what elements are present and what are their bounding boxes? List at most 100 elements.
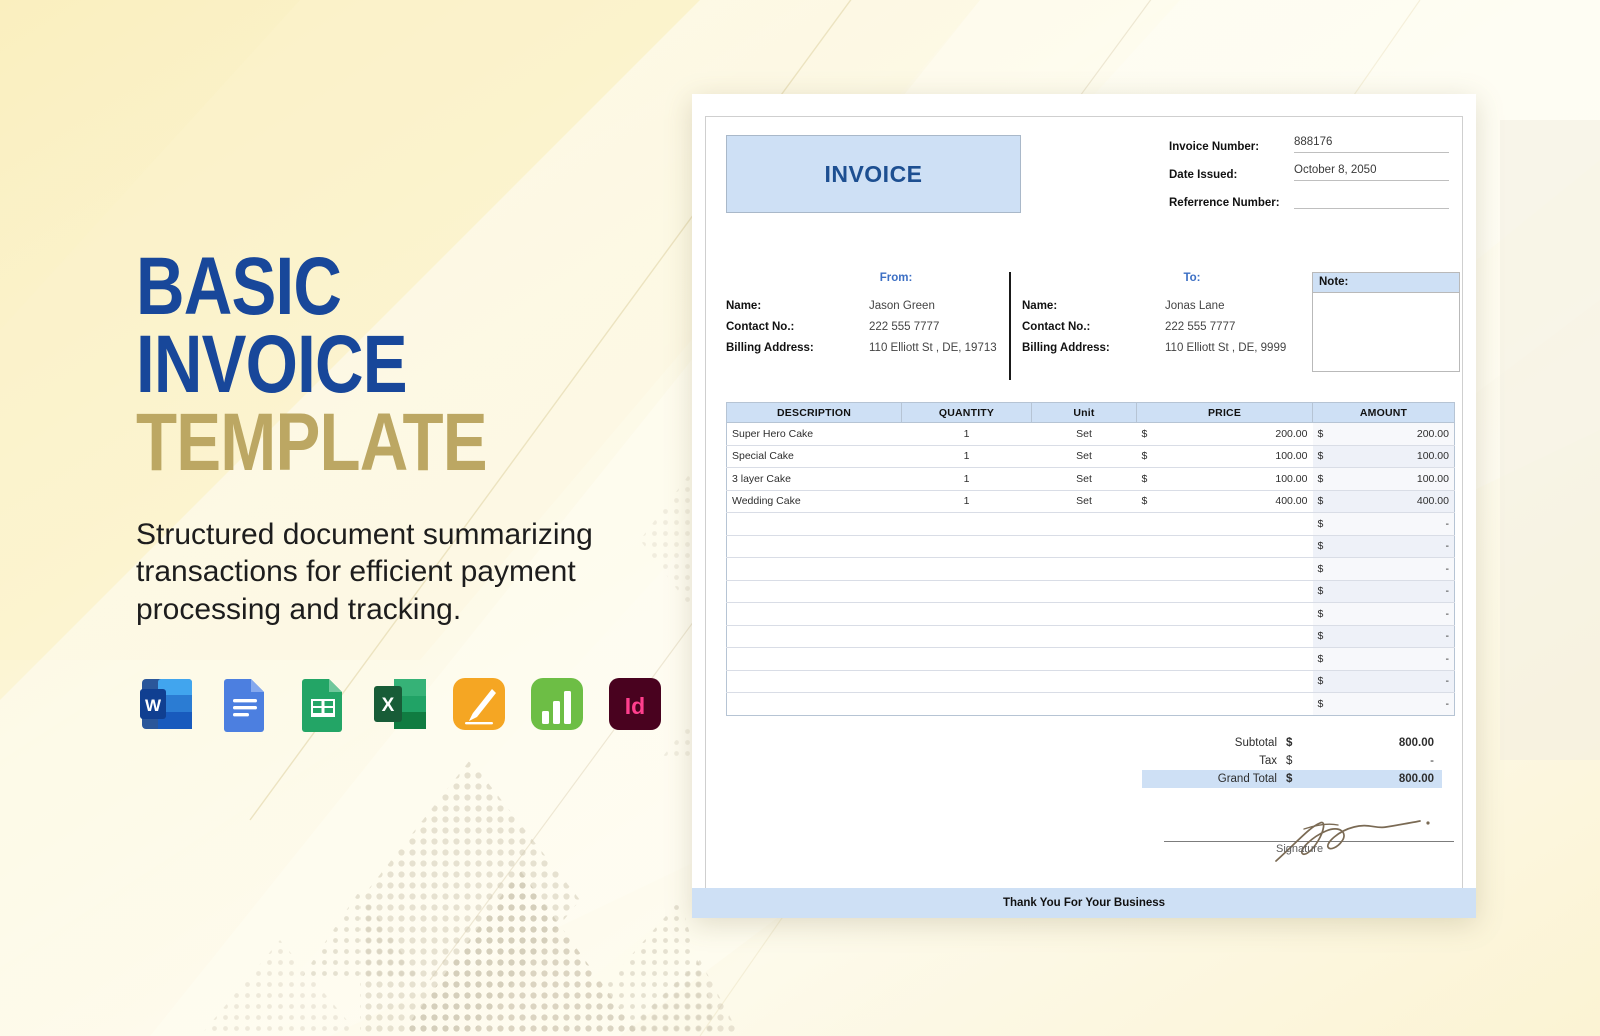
line-item-quantity[interactable]	[901, 512, 1032, 536]
line-item-price-currency[interactable]	[1136, 625, 1159, 648]
line-item-amount-currency[interactable]: $	[1312, 512, 1335, 536]
line-item-amount-currency[interactable]: $	[1312, 647, 1335, 671]
apple-numbers-icon[interactable]	[526, 673, 588, 735]
apple-pages-icon[interactable]	[448, 673, 510, 735]
line-item-unit[interactable]: Set	[1031, 445, 1137, 468]
line-item-description[interactable]: 3 layer Cake	[726, 467, 902, 491]
line-item-price-currency[interactable]	[1136, 535, 1159, 558]
to-contact-value[interactable]: 222 555 7777	[1165, 321, 1235, 333]
invoice-number-value[interactable]: 888176	[1294, 136, 1449, 153]
line-item-description[interactable]	[726, 580, 902, 603]
line-item-unit[interactable]: Set	[1031, 467, 1137, 491]
line-item-amount[interactable]: 100.00	[1334, 445, 1455, 468]
line-item-price[interactable]: 100.00	[1158, 467, 1313, 491]
line-item-quantity[interactable]	[901, 557, 1032, 581]
line-item-price[interactable]: 100.00	[1158, 445, 1313, 468]
line-item-row[interactable]: $ -	[726, 512, 1455, 536]
line-item-description[interactable]: Special Cake	[726, 445, 902, 468]
line-item-amount[interactable]: -	[1334, 580, 1455, 603]
line-item-description[interactable]: Super Hero Cake	[726, 422, 902, 446]
line-item-quantity[interactable]	[901, 580, 1032, 603]
line-item-amount[interactable]: 100.00	[1334, 467, 1455, 491]
line-item-quantity[interactable]: 1	[901, 467, 1032, 491]
line-item-row[interactable]: $ -	[726, 670, 1455, 693]
line-item-price[interactable]	[1158, 512, 1313, 536]
line-item-quantity[interactable]	[901, 625, 1032, 648]
note-box[interactable]: Note:	[1312, 272, 1460, 372]
line-item-quantity[interactable]	[901, 670, 1032, 693]
line-item-price-currency[interactable]	[1136, 647, 1159, 671]
line-item-amount[interactable]: -	[1334, 535, 1455, 558]
line-item-quantity[interactable]	[901, 692, 1032, 716]
line-item-amount-currency[interactable]: $	[1312, 670, 1335, 693]
line-item-price[interactable]: 200.00	[1158, 422, 1313, 446]
line-item-quantity[interactable]: 1	[901, 422, 1032, 446]
to-address-value[interactable]: 110 Elliott St , DE, 9999	[1165, 342, 1286, 354]
line-item-unit[interactable]	[1031, 580, 1137, 603]
line-item-description[interactable]	[726, 625, 902, 648]
line-item-price[interactable]	[1158, 535, 1313, 558]
line-item-unit[interactable]	[1031, 670, 1137, 693]
line-item-amount-currency[interactable]: $	[1312, 625, 1335, 648]
line-item-price-currency[interactable]	[1136, 512, 1159, 536]
line-item-row[interactable]: $ -	[726, 557, 1455, 581]
line-item-quantity[interactable]	[901, 647, 1032, 671]
line-item-description[interactable]	[726, 512, 902, 536]
from-address-value[interactable]: 110 Elliott St , DE, 19713	[869, 342, 997, 354]
line-item-description[interactable]	[726, 692, 902, 716]
line-item-price[interactable]: 400.00	[1158, 490, 1313, 513]
line-item-unit[interactable]	[1031, 602, 1137, 626]
adobe-indesign-icon[interactable]: Id	[604, 673, 666, 735]
line-item-amount-currency[interactable]: $	[1312, 580, 1335, 603]
line-item-amount[interactable]: 400.00	[1334, 490, 1455, 513]
from-contact-value[interactable]: 222 555 7777	[869, 321, 939, 333]
line-item-price-currency[interactable]	[1136, 580, 1159, 603]
line-item-amount-currency[interactable]: $	[1312, 535, 1335, 558]
line-item-quantity[interactable]: 1	[901, 445, 1032, 468]
line-item-row[interactable]: $ -	[726, 647, 1455, 671]
line-item-amount[interactable]: -	[1334, 647, 1455, 671]
line-item-row[interactable]: $ -	[726, 692, 1455, 716]
line-item-row[interactable]: Wedding Cake 1 Set $400.00 $400.00	[726, 490, 1455, 513]
microsoft-excel-icon[interactable]: X	[370, 673, 432, 735]
line-item-amount-currency[interactable]: $	[1312, 557, 1335, 581]
line-item-price[interactable]	[1158, 670, 1313, 693]
line-item-description[interactable]	[726, 670, 902, 693]
line-item-unit[interactable]	[1031, 625, 1137, 648]
line-item-amount-currency[interactable]: $	[1312, 467, 1335, 491]
line-item-amount[interactable]: -	[1334, 625, 1455, 648]
line-item-amount[interactable]: 200.00	[1334, 422, 1455, 446]
line-item-amount-currency[interactable]: $	[1312, 422, 1335, 446]
line-item-amount-currency[interactable]: $	[1312, 490, 1335, 513]
line-item-price[interactable]	[1158, 557, 1313, 581]
line-item-price[interactable]	[1158, 602, 1313, 626]
reference-number-value[interactable]	[1294, 192, 1449, 209]
line-item-price[interactable]	[1158, 647, 1313, 671]
line-item-amount-currency[interactable]: $	[1312, 602, 1335, 626]
line-item-amount[interactable]: -	[1334, 670, 1455, 693]
line-item-description[interactable]: Wedding Cake	[726, 490, 902, 513]
line-item-price[interactable]	[1158, 692, 1313, 716]
line-item-price-currency[interactable]	[1136, 670, 1159, 693]
line-item-amount-currency[interactable]: $	[1312, 692, 1335, 716]
line-item-quantity[interactable]	[901, 535, 1032, 558]
line-item-amount-currency[interactable]: $	[1312, 445, 1335, 468]
google-sheets-icon[interactable]	[292, 673, 354, 735]
line-item-price-currency[interactable]	[1136, 557, 1159, 581]
line-item-row[interactable]: $ -	[726, 602, 1455, 626]
line-item-row[interactable]: $ -	[726, 625, 1455, 648]
line-item-price-currency[interactable]	[1136, 692, 1159, 716]
line-item-amount[interactable]: -	[1334, 692, 1455, 716]
line-item-unit[interactable]	[1031, 647, 1137, 671]
line-item-quantity[interactable]: 1	[901, 490, 1032, 513]
line-item-unit[interactable]: Set	[1031, 490, 1137, 513]
line-item-unit[interactable]: Set	[1031, 422, 1137, 446]
line-item-row[interactable]: Super Hero Cake 1 Set $200.00 $200.00	[726, 422, 1455, 446]
line-item-row[interactable]: Special Cake 1 Set $100.00 $100.00	[726, 445, 1455, 468]
date-issued-value[interactable]: October 8, 2050	[1294, 164, 1449, 181]
line-item-amount[interactable]: -	[1334, 602, 1455, 626]
note-body[interactable]	[1313, 293, 1459, 303]
line-item-price-currency[interactable]: $	[1136, 467, 1159, 491]
line-item-price-currency[interactable]: $	[1136, 422, 1159, 446]
line-item-unit[interactable]	[1031, 512, 1137, 536]
